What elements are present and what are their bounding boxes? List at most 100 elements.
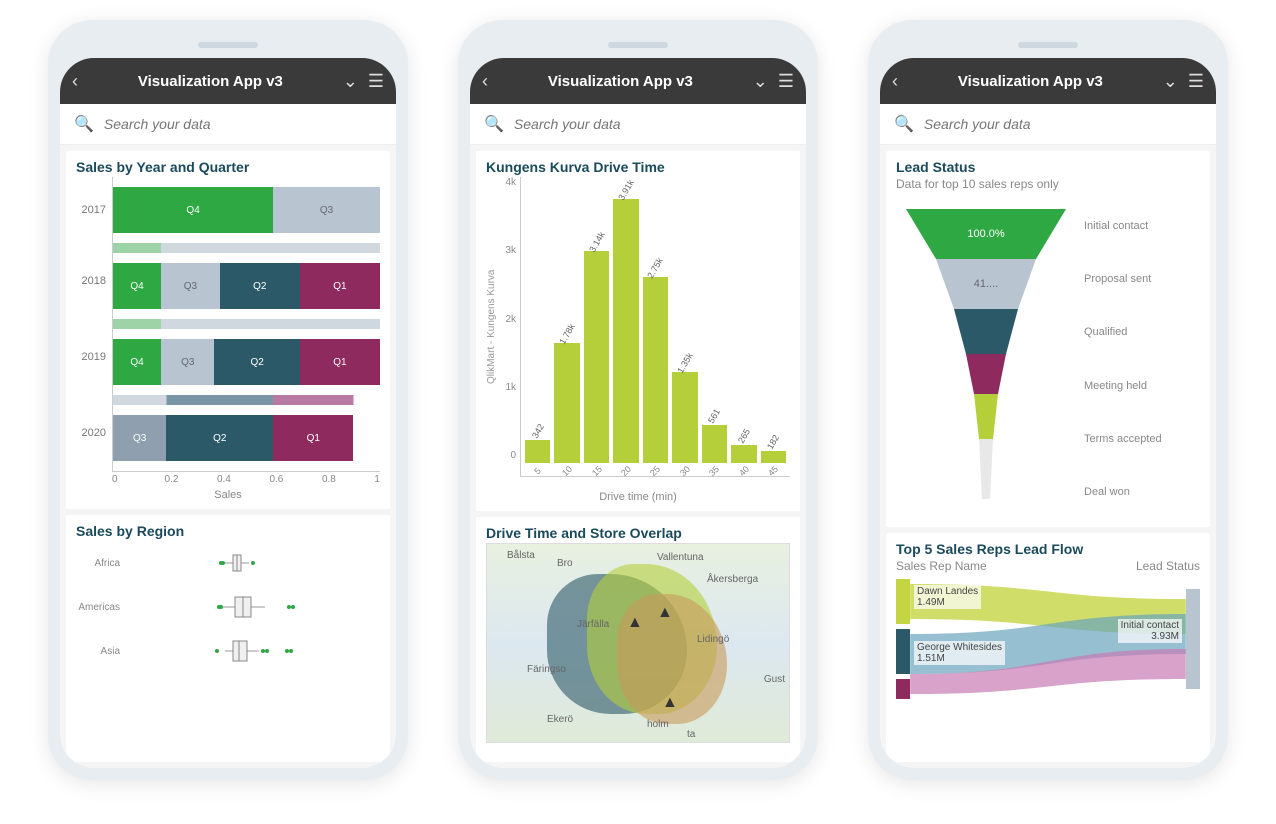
mekko-segment: Q4 [113, 339, 161, 385]
mekko-segment: Q3 [113, 415, 166, 461]
screen: ‹ Visualization App v3 ⌄ ☰ 🔍 Sales by Ye… [60, 58, 396, 768]
phone-speaker [198, 42, 258, 48]
chevron-down-icon[interactable]: ⌄ [343, 71, 358, 92]
mekko-segment: Q3 [161, 263, 220, 309]
phone-speaker [608, 42, 668, 48]
app-title: Visualization App v3 [88, 73, 333, 90]
x-tick: 0.6 [269, 474, 321, 485]
funnel-stage-label: Initial contact [1084, 220, 1200, 232]
x-tick: 0.4 [217, 474, 269, 485]
bar: 1.78k [554, 343, 579, 463]
chart-sales-by-region[interactable]: Sales by Region Africa Americas [66, 515, 390, 762]
y-tick: 3k [500, 245, 516, 256]
chart-lead-status-funnel[interactable]: Lead Status Data for top 10 sales reps o… [886, 151, 1210, 527]
chevron-down-icon[interactable]: ⌄ [1163, 71, 1178, 92]
phone-mockup-2: ‹ Visualization App v3 ⌄ ☰ 🔍 Kungens Kur… [458, 20, 818, 780]
bar-column: 1.35k30 [672, 372, 697, 476]
map-place: Järfälla [577, 619, 609, 630]
chevron-down-icon[interactable]: ⌄ [753, 71, 768, 92]
phone-speaker [1018, 42, 1078, 48]
mekko-chart: 2017 2018 2019 2020 Q4 Q3 Q4 Q3 [76, 177, 380, 472]
bar-column: 3.91k20 [613, 199, 638, 476]
y-tick: 0 [500, 450, 516, 461]
chart-drive-time-map[interactable]: Drive Time and Store Overlap Bålsta Bro … [476, 517, 800, 762]
app-bar: ‹ Visualization App v3 ⌄ ☰ [880, 58, 1216, 104]
funnel-stage-label: Qualified [1084, 326, 1200, 338]
boxplot-row: Asia [76, 629, 380, 673]
x-tick: 35 [707, 464, 721, 478]
chart-title: Kungens Kurva Drive Time [486, 159, 790, 175]
bar-column: 56135 [702, 425, 727, 476]
search-bar[interactable]: 🔍 [60, 104, 396, 145]
menu-icon[interactable]: ☰ [778, 71, 794, 92]
map-place: Färingso [527, 664, 566, 675]
boxplot-row: Africa [76, 541, 380, 585]
x-axis-label: Drive time (min) [486, 491, 790, 503]
mekko-segment: Q2 [214, 339, 299, 385]
bar-column: 3.14k15 [584, 251, 609, 476]
chart-drive-time[interactable]: Kungens Kurva Drive Time QlikMart - Kung… [476, 151, 800, 511]
map-place: Åkersberga [707, 574, 758, 585]
menu-icon[interactable]: ☰ [368, 71, 384, 92]
bar-value-label: 1.35k [675, 351, 695, 375]
x-tick: 0 [112, 474, 164, 485]
x-tick: 15 [590, 464, 604, 478]
mekko-segment: Q3 [161, 339, 214, 385]
content-area: Kungens Kurva Drive Time QlikMart - Kung… [470, 145, 806, 768]
app-bar: ‹ Visualization App v3 ⌄ ☰ [60, 58, 396, 104]
screen: ‹ Visualization App v3 ⌄ ☰ 🔍 Kungens Kur… [470, 58, 806, 768]
search-input[interactable] [924, 116, 1202, 132]
bar: 3.91k [613, 199, 638, 463]
sankey-node-label: Initial contact3.93M [1118, 619, 1182, 643]
y-tick: 2018 [76, 243, 106, 319]
y-axis-label: QlikMart - Kungens Kurva [486, 177, 500, 477]
chart-sankey-lead-flow[interactable]: Top 5 Sales Reps Lead Flow Sales Rep Nam… [886, 533, 1210, 762]
chart-sales-year-quarter[interactable]: Sales by Year and Quarter 2017 2018 2019… [66, 151, 390, 509]
map-place: Bro [557, 558, 573, 569]
category-label: Africa [76, 558, 126, 569]
mekko-segment: Q3 [273, 187, 380, 233]
back-icon[interactable]: ‹ [892, 71, 898, 92]
mekko-segment: Q1 [273, 415, 353, 461]
search-input[interactable] [104, 116, 382, 132]
bar-column: 1.78k10 [554, 343, 579, 476]
x-tick: 5 [532, 466, 543, 477]
svg-text:100.0%: 100.0% [967, 228, 1005, 240]
chart-subtitle: Data for top 10 sales reps only [896, 177, 1200, 191]
search-bar[interactable]: 🔍 [880, 104, 1216, 145]
search-bar[interactable]: 🔍 [470, 104, 806, 145]
x-tick: 20 [619, 464, 633, 478]
bar: 3.14k [584, 251, 609, 463]
app-bar: ‹ Visualization App v3 ⌄ ☰ [470, 58, 806, 104]
chart-title: Drive Time and Store Overlap [486, 525, 790, 541]
category-label: Asia [76, 646, 126, 657]
map-place: Gust [764, 674, 785, 685]
search-input[interactable] [514, 116, 792, 132]
x-tick: 40 [737, 464, 751, 478]
bar: 265 [731, 445, 756, 463]
app-title: Visualization App v3 [498, 73, 743, 90]
app-title: Visualization App v3 [908, 73, 1153, 90]
map-place: Ekerö [547, 714, 573, 725]
bar-area: 34251.78k103.14k153.91k202.75k251.35k305… [520, 177, 790, 477]
boxplot-row: Americas [76, 585, 380, 629]
x-tick: 25 [648, 464, 662, 478]
bar-value-label: 3.14k [587, 230, 607, 254]
y-tick: 1k [500, 382, 516, 393]
menu-icon[interactable]: ☰ [1188, 71, 1204, 92]
category-label: Americas [76, 602, 126, 613]
x-axis-label: Sales [76, 489, 380, 501]
back-icon[interactable]: ‹ [482, 71, 488, 92]
sankey-node [896, 629, 910, 674]
sankey-right-header: Lead Status [1136, 559, 1200, 573]
chart-title: Top 5 Sales Reps Lead Flow [896, 541, 1200, 557]
y-tick: 2017 [76, 177, 106, 243]
back-icon[interactable]: ‹ [72, 71, 78, 92]
bar-value-label: 342 [530, 422, 546, 440]
chart-title: Lead Status [896, 159, 1200, 175]
sankey-node [896, 579, 910, 624]
search-icon: 🔍 [894, 114, 914, 134]
chart-title: Sales by Year and Quarter [76, 159, 380, 175]
bar: 561 [702, 425, 727, 463]
map-viz[interactable]: Bålsta Bro Vallentuna Åkersberga Järfäll… [486, 543, 790, 743]
